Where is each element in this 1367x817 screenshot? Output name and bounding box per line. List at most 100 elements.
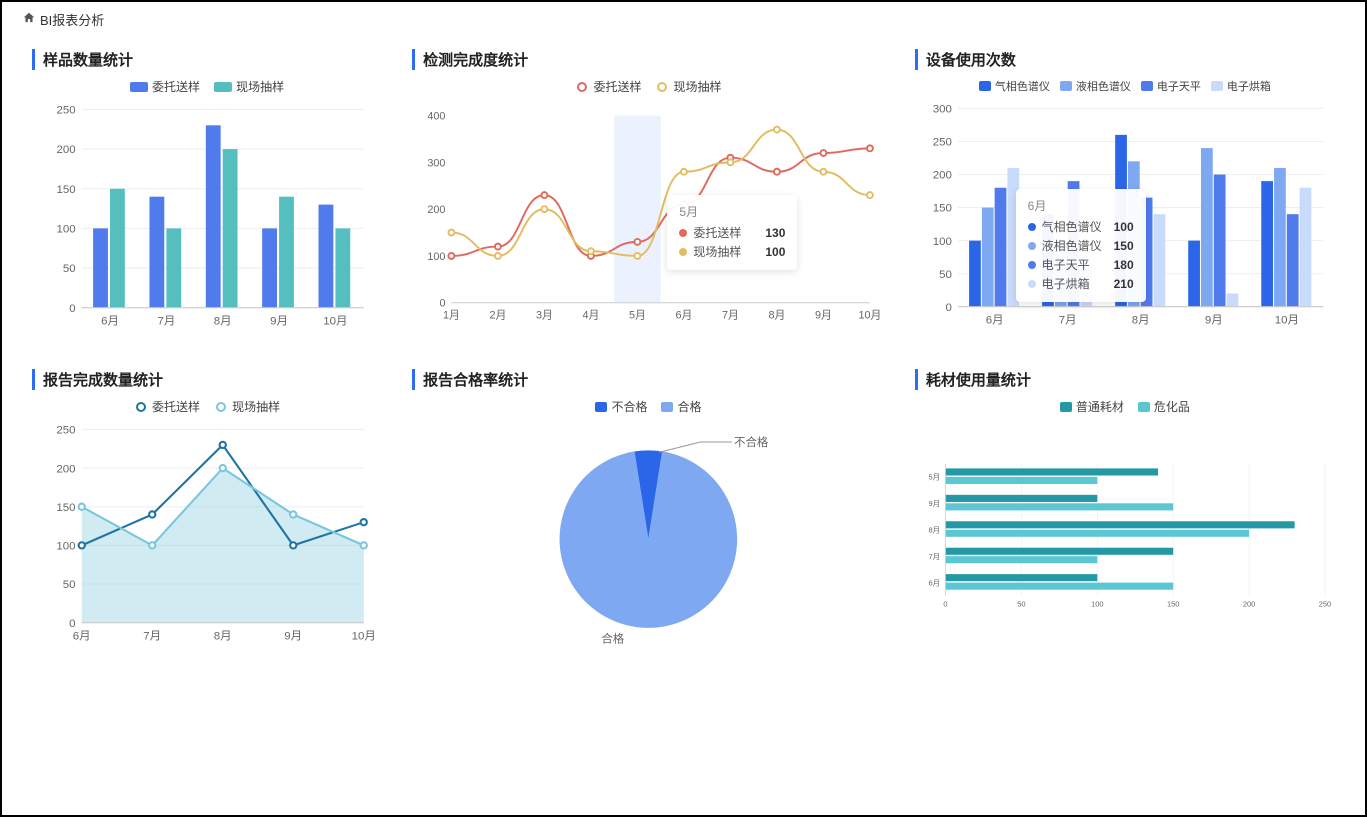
svg-text:9月: 9月 bbox=[284, 630, 302, 642]
svg-text:2月: 2月 bbox=[490, 309, 507, 321]
legend-item[interactable]: 电子烘箱 bbox=[1211, 78, 1271, 94]
legend-item[interactable]: 现场抽样 bbox=[655, 78, 721, 95]
legend-samples[interactable]: 委托送样 现场抽样 bbox=[32, 78, 382, 95]
tooltip-completion: 5月 委托送样130 现场抽样100 bbox=[667, 195, 797, 270]
svg-text:200: 200 bbox=[1243, 600, 1255, 609]
svg-text:300: 300 bbox=[428, 157, 446, 169]
svg-text:8月: 8月 bbox=[214, 315, 232, 327]
svg-text:150: 150 bbox=[933, 203, 952, 215]
card-passrate: 报告合格率统计 不合格 合格 不合格合格 bbox=[412, 369, 885, 654]
svg-text:150: 150 bbox=[56, 184, 75, 196]
svg-text:250: 250 bbox=[1319, 600, 1331, 609]
legend-item[interactable]: 电子天平 bbox=[1141, 78, 1201, 94]
svg-text:50: 50 bbox=[63, 579, 76, 591]
svg-text:3月: 3月 bbox=[536, 309, 553, 321]
card-title: 耗材使用量统计 bbox=[915, 369, 1335, 390]
legend-item[interactable]: 不合格 bbox=[595, 398, 647, 415]
card-title: 报告合格率统计 bbox=[412, 369, 885, 390]
legend-item[interactable]: 气相色谱仪 bbox=[979, 78, 1050, 94]
card-title: 样品数量统计 bbox=[32, 49, 382, 70]
svg-text:6月: 6月 bbox=[986, 314, 1004, 326]
card-title: 设备使用次数 bbox=[915, 49, 1335, 70]
card-samples: 样品数量统计 委托送样 现场抽样 0 50 100 150 200 250 6月 7月 8月 9月… bbox=[32, 49, 382, 339]
svg-text:200: 200 bbox=[56, 144, 75, 156]
legend-consumables[interactable]: 普通耗材 危化品 bbox=[915, 398, 1335, 415]
svg-text:5月: 5月 bbox=[928, 473, 940, 482]
svg-text:10月: 10月 bbox=[1275, 314, 1299, 326]
svg-text:0: 0 bbox=[440, 298, 446, 310]
svg-text:不合格: 不合格 bbox=[734, 435, 769, 449]
svg-text:6月: 6月 bbox=[676, 309, 693, 321]
chart-completion: 0 100 200 300 400 1月 2月 3月 4月 5月 6月 7月 8月 9月 10月 5月 委托… bbox=[412, 99, 885, 339]
svg-text:9月: 9月 bbox=[270, 315, 288, 327]
svg-text:合格: 合格 bbox=[601, 632, 624, 646]
svg-text:4月: 4月 bbox=[583, 309, 600, 321]
svg-text:6月: 6月 bbox=[101, 315, 119, 327]
svg-text:8月: 8月 bbox=[928, 525, 940, 534]
breadcrumb-title: BI报表分析 bbox=[40, 10, 104, 29]
legend-item[interactable]: 合格 bbox=[661, 398, 701, 415]
svg-text:7月: 7月 bbox=[157, 315, 175, 327]
svg-text:0: 0 bbox=[945, 302, 951, 314]
legend-item[interactable]: 委托送样 bbox=[575, 78, 641, 95]
svg-text:300: 300 bbox=[933, 104, 952, 116]
legend-item[interactable]: 液相色谱仪 bbox=[1060, 78, 1131, 94]
legend-completion[interactable]: 委托送样 现场抽样 bbox=[412, 78, 885, 95]
svg-text:0: 0 bbox=[69, 618, 75, 630]
svg-text:7月: 7月 bbox=[722, 309, 739, 321]
legend-item[interactable]: 现场抽样 bbox=[214, 398, 280, 415]
svg-text:6月: 6月 bbox=[928, 578, 940, 587]
legend-item[interactable]: 普通耗材 bbox=[1060, 398, 1124, 415]
card-completion: 检测完成度统计 委托送样 现场抽样 0 100 200 300 400 1月 2月 3月 4月 5… bbox=[412, 49, 885, 339]
chart-reports: 0501001502002506月7月8月9月10月 bbox=[32, 419, 382, 654]
svg-text:7月: 7月 bbox=[1059, 314, 1077, 326]
svg-text:10月: 10月 bbox=[352, 630, 376, 642]
svg-text:8月: 8月 bbox=[769, 309, 786, 321]
svg-text:8月: 8月 bbox=[214, 630, 232, 642]
svg-text:7月: 7月 bbox=[928, 552, 940, 561]
svg-text:0: 0 bbox=[943, 600, 947, 609]
svg-text:6月: 6月 bbox=[73, 630, 91, 642]
legend-reports[interactable]: 委托送样 现场抽样 bbox=[32, 398, 382, 415]
svg-text:9月: 9月 bbox=[815, 309, 832, 321]
svg-text:9月: 9月 bbox=[1205, 314, 1223, 326]
svg-text:100: 100 bbox=[56, 224, 75, 236]
svg-text:200: 200 bbox=[933, 170, 952, 182]
card-title: 检测完成度统计 bbox=[412, 49, 885, 70]
svg-text:50: 50 bbox=[939, 269, 952, 281]
svg-text:10月: 10月 bbox=[323, 315, 347, 327]
card-equipment: 设备使用次数 气相色谱仪 液相色谱仪 电子天平 电子烘箱 0 50 100 150 20… bbox=[915, 49, 1335, 339]
chart-samples: 0 50 100 150 200 250 6月 7月 8月 9月 10月 bbox=[32, 99, 382, 339]
svg-text:250: 250 bbox=[933, 137, 952, 149]
svg-text:250: 250 bbox=[56, 105, 75, 117]
breadcrumb: BI报表分析 bbox=[2, 2, 1365, 37]
svg-text:400: 400 bbox=[428, 111, 446, 123]
svg-text:50: 50 bbox=[1017, 600, 1025, 609]
svg-text:100: 100 bbox=[933, 236, 952, 248]
home-icon bbox=[22, 11, 36, 28]
svg-text:150: 150 bbox=[56, 502, 75, 514]
svg-text:7月: 7月 bbox=[143, 630, 161, 642]
svg-text:10月: 10月 bbox=[859, 309, 882, 321]
svg-text:9月: 9月 bbox=[928, 499, 940, 508]
chart-passrate: 不合格合格 bbox=[412, 419, 885, 654]
legend-item[interactable]: 危化品 bbox=[1138, 398, 1190, 415]
svg-text:0: 0 bbox=[69, 303, 75, 315]
svg-text:150: 150 bbox=[1167, 600, 1179, 609]
svg-text:100: 100 bbox=[428, 251, 446, 263]
svg-text:1月: 1月 bbox=[443, 309, 460, 321]
card-title: 报告完成数量统计 bbox=[32, 369, 382, 390]
svg-text:200: 200 bbox=[428, 204, 446, 216]
legend-item[interactable]: 委托送样 bbox=[130, 78, 200, 95]
legend-passrate[interactable]: 不合格 合格 bbox=[412, 398, 885, 415]
svg-text:5月: 5月 bbox=[629, 309, 646, 321]
card-consumables: 耗材使用量统计 普通耗材 危化品 0 50 100 150 200 250 5月 9月 8月 7月… bbox=[915, 369, 1335, 654]
svg-text:50: 50 bbox=[63, 263, 76, 275]
svg-text:100: 100 bbox=[56, 541, 75, 553]
svg-text:8月: 8月 bbox=[1132, 314, 1150, 326]
svg-text:100: 100 bbox=[1091, 600, 1103, 609]
legend-item[interactable]: 委托送样 bbox=[134, 398, 200, 415]
legend-item[interactable]: 现场抽样 bbox=[214, 78, 284, 95]
legend-equipment[interactable]: 气相色谱仪 液相色谱仪 电子天平 电子烘箱 bbox=[915, 78, 1335, 94]
svg-text:250: 250 bbox=[56, 425, 75, 437]
